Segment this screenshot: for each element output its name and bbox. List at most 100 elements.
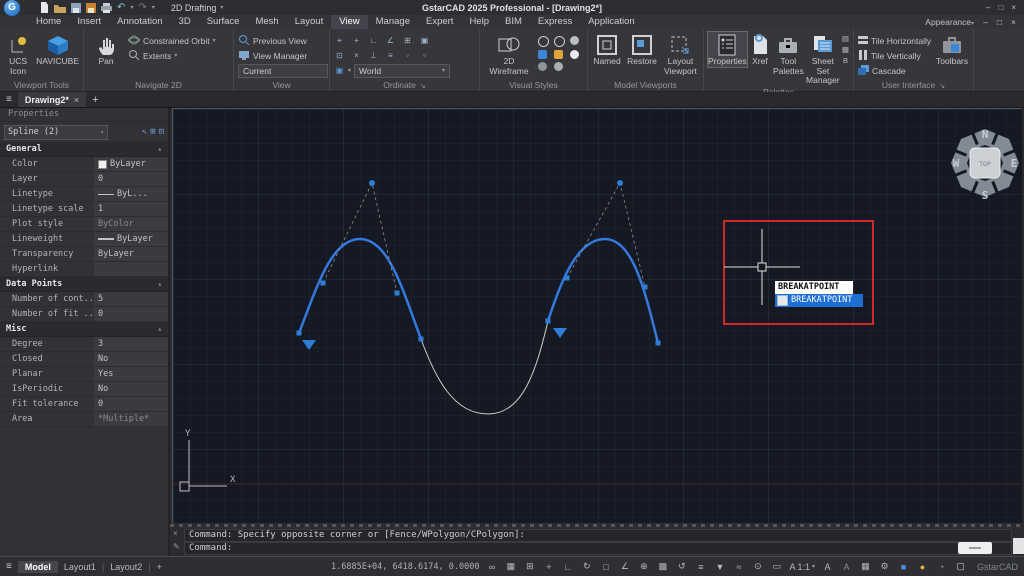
menu-expert[interactable]: Expert [418, 15, 461, 29]
section-general[interactable]: General▴ [0, 142, 168, 157]
property-row-hyperlink[interactable]: Hyperlink [0, 262, 168, 277]
tile-vertically-button[interactable]: Tile Vertically [858, 49, 931, 62]
object-type-dropdown[interactable]: Spline (2) ▾ [4, 125, 108, 140]
compass-west[interactable]: W [953, 157, 960, 170]
toolbars-button[interactable]: Toolbars [935, 32, 969, 67]
spline-selected-left[interactable] [299, 239, 421, 339]
redo-icon[interactable]: ↷ [138, 3, 146, 13]
menu-application[interactable]: Application [580, 15, 642, 29]
model-tab[interactable]: Model [18, 561, 58, 573]
lineweight-display-icon[interactable]: ▩ [656, 561, 669, 572]
menu-help[interactable]: Help [461, 15, 497, 29]
property-row-fit-tolerance[interactable]: Fit tolerance0 [0, 397, 168, 412]
osnap-tracking-icon[interactable]: ∠ [618, 561, 631, 572]
save-icon[interactable] [71, 3, 81, 13]
add-scales-icon[interactable]: A [821, 562, 834, 572]
property-row-lineweight[interactable]: LineweightByLayer [0, 232, 168, 247]
ordinate-tool-icon-5[interactable]: ⊞ [402, 35, 413, 46]
wireframe-style-icon[interactable] [538, 36, 549, 47]
restore-button[interactable]: □ [998, 3, 1003, 12]
toggle-pickadd-icon[interactable]: ⊡ [159, 127, 164, 137]
menu-annotation[interactable]: Annotation [109, 15, 170, 29]
workspace-switch-icon[interactable]: ▭ [770, 561, 783, 572]
ordinate-tool-icon-10[interactable]: ≡ [385, 50, 396, 61]
sheet-set-manager-button[interactable]: Sheet Set Manager [806, 32, 840, 86]
property-row-isperiodic[interactable]: IsPeriodicNo [0, 382, 168, 397]
undo-dropdown-icon[interactable]: ▾ [130, 4, 133, 11]
navigation-compass[interactable]: TOP N E S W [945, 123, 1024, 205]
autoscale-icon[interactable]: ⊙ [751, 561, 764, 572]
section-data-points[interactable]: Data Points▴ [0, 277, 168, 292]
layout2-tab[interactable]: Layout2 [110, 562, 142, 572]
ucs-caret-icon[interactable]: ▾ [348, 67, 351, 74]
ordinate-tool-icon-1[interactable]: ⌖ [334, 35, 345, 46]
isolate-objects-icon[interactable]: ● [916, 562, 929, 572]
menu-mesh[interactable]: Mesh [247, 15, 286, 29]
annotation-visibility-icon[interactable]: ≈ [732, 562, 745, 572]
xray-style-icon[interactable] [554, 62, 563, 71]
menu-layout[interactable]: Layout [287, 15, 332, 29]
sketchy-style-icon[interactable] [538, 62, 547, 71]
close-button[interactable]: × [1011, 3, 1016, 12]
plot-icon[interactable] [101, 3, 112, 13]
annotation-scale-sync-icon[interactable]: A [840, 562, 853, 572]
file-tabs-menu-icon[interactable]: ≡ [6, 94, 12, 105]
property-row-color[interactable]: ColorByLayer [0, 157, 168, 172]
status-menu-icon[interactable]: ≡ [6, 561, 12, 572]
dynamic-input-icon[interactable]: + [542, 562, 555, 572]
workspace-switcher[interactable]: 2D Drafting ▾ [171, 3, 224, 13]
quick-select-icon[interactable]: ⊞ [150, 127, 155, 137]
hardware-acceleration-icon[interactable]: ■ [897, 562, 910, 572]
tile-horizontally-button[interactable]: Tile Horizontally [858, 34, 931, 47]
ordinate-tool-icon-2[interactable]: + [351, 35, 362, 46]
shaded-style-icon[interactable] [554, 50, 563, 59]
property-row-layer[interactable]: Layer0 [0, 172, 168, 187]
command-scroll-thumb[interactable] [958, 542, 992, 554]
shades-of-gray-style-icon[interactable] [570, 50, 579, 59]
new-layout-button[interactable]: + [157, 562, 162, 572]
autocomplete-suggestion[interactable]: BREAKATPOINT [775, 294, 863, 307]
dynamic-input-field[interactable]: BREAKATPOINT [775, 281, 853, 294]
app-logo-icon[interactable]: G [4, 0, 20, 16]
mdi-restore-button[interactable]: □ [997, 17, 1002, 27]
property-row-degree[interactable]: Degree3 [0, 337, 168, 352]
new-file-icon[interactable] [40, 2, 49, 13]
isometric-drafting-icon[interactable]: □ [599, 562, 612, 572]
tab-close-icon[interactable]: × [74, 95, 79, 105]
layout1-tab[interactable]: Layout1 [64, 562, 96, 572]
property-row-area[interactable]: Area*Multiple* [0, 412, 168, 427]
menu-manage[interactable]: Manage [368, 15, 418, 29]
select-objects-icon[interactable]: ↖ [142, 127, 147, 137]
open-file-icon[interactable] [54, 3, 66, 13]
redo-dropdown-icon[interactable]: ▾ [152, 4, 155, 11]
current-view-dropdown[interactable]: Current [238, 64, 328, 78]
new-drawing-tab-button[interactable]: + [92, 94, 98, 106]
coordinate-system-dropdown[interactable]: World ▾ [354, 64, 450, 78]
named-viewports-button[interactable]: Named [592, 32, 622, 67]
transparency-toggle-icon[interactable]: ≡ [694, 562, 707, 572]
realistic-style-icon[interactable] [570, 36, 579, 45]
2d-wireframe-button[interactable]: 2D Wireframe [484, 32, 534, 76]
property-row-closed[interactable]: ClosedNo [0, 352, 168, 367]
tool-palettes-button[interactable]: Tool Palettes [773, 32, 804, 76]
mdi-close-button[interactable]: × [1011, 17, 1016, 27]
ordinate-tool-icon-3[interactable]: ∟ [368, 35, 379, 46]
command-input-line[interactable]: Command: [184, 542, 1012, 555]
polar-tracking-icon[interactable]: ↻ [580, 561, 593, 572]
section-misc[interactable]: Misc▴ [0, 322, 168, 337]
infer-constraints-icon[interactable]: ∞ [485, 562, 498, 572]
ortho-mode-icon[interactable]: ∟ [561, 562, 574, 572]
menu-surface[interactable]: Surface [199, 15, 248, 29]
command-window-grip[interactable] [170, 524, 1024, 527]
quick-properties-icon[interactable]: ▦ [859, 561, 872, 572]
constrained-orbit-button[interactable]: Constrained Orbit ▾ [128, 34, 216, 47]
zoom-extents-button[interactable]: Extents ▾ [128, 49, 216, 62]
view-manager-button[interactable]: View Manager [238, 49, 324, 62]
grid-display-icon[interactable]: ▦ [504, 561, 517, 572]
minimize-button[interactable]: – [986, 3, 990, 12]
mdi-minimize-button[interactable]: – [983, 17, 988, 27]
previous-view-button[interactable]: Previous View [238, 34, 324, 47]
ordinate-tool-icon-4[interactable]: ∠ [385, 35, 396, 46]
save-as-icon[interactable] [86, 3, 96, 13]
undo-icon[interactable]: ↶ [117, 3, 125, 13]
